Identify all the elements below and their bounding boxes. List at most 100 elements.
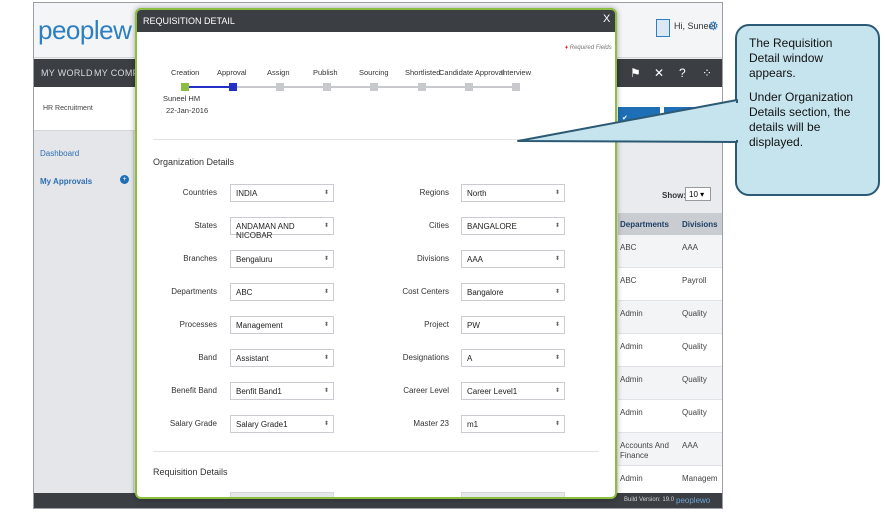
field-select[interactable]: INDIA ⬍ — [230, 184, 334, 202]
field-select[interactable]: Bengaluru ⬍ — [230, 250, 334, 268]
chevron-updown-icon: ⬍ — [554, 223, 560, 229]
step-marker[interactable] — [512, 83, 520, 91]
chevron-updown-icon: ⬍ — [323, 223, 329, 229]
field-label: Band — [198, 353, 217, 362]
step-marker[interactable] — [418, 83, 426, 91]
page-size-value: 10 — [689, 190, 698, 199]
field-label: Departments — [171, 287, 217, 296]
field-label: Designations — [402, 353, 449, 362]
field-value-box[interactable]: Full Time — [461, 492, 565, 497]
field-value: Management — [236, 321, 283, 330]
build-version: Build Version: 19.0 — [624, 497, 675, 503]
page-size-select[interactable]: 10 ▾ — [685, 187, 711, 201]
section-title-requisition: Requisition Details — [153, 467, 228, 477]
app-logo[interactable]: peoplew — [38, 15, 132, 46]
step-marker[interactable] — [465, 83, 473, 91]
field-value: AAA — [467, 255, 484, 264]
required-note-text: Required Fields — [569, 45, 612, 51]
field-value: BANGALORE — [467, 222, 517, 231]
cell-department: Admin — [620, 408, 643, 417]
field-label: Cities — [428, 221, 449, 230]
table-row[interactable]: Admin Quality — [618, 400, 722, 433]
field-select[interactable]: Career Level1 ⬍ — [461, 382, 565, 400]
gear-icon[interactable]: ⚙ — [708, 19, 719, 33]
step-label: Sourcing — [359, 68, 389, 77]
step-marker[interactable] — [229, 83, 237, 91]
field-value: Bengaluru — [236, 255, 273, 264]
field-label: Master 23 — [413, 419, 449, 428]
avatar[interactable] — [656, 19, 670, 37]
field-select[interactable]: Salary Grade1 ⬍ — [230, 415, 334, 433]
help-icon[interactable]: ? — [679, 66, 686, 80]
field-value: INDIA — [236, 189, 258, 198]
grid-icon[interactable]: ⁘ — [702, 66, 712, 80]
reject-label: REJECT — [675, 115, 704, 122]
callout-text-2: Under Organization Details section, the … — [749, 90, 854, 149]
field-select[interactable]: Bangalore ⬍ — [461, 283, 565, 301]
field-value: Assistant — [236, 354, 269, 363]
breadcrumb[interactable]: HR Recruitment — [43, 105, 93, 112]
grid-body: ABC AAA ABC Payroll Admin Quality Admin Quality… — [618, 235, 722, 499]
expand-icon[interactable]: + — [120, 175, 129, 184]
chevron-updown-icon: ⬍ — [323, 355, 329, 361]
table-row[interactable]: Admin Quality — [618, 334, 722, 367]
cell-division: AAA — [682, 441, 699, 450]
step-label: Shortlisted — [405, 68, 441, 77]
cell-division: Quality — [682, 408, 707, 417]
column-header-departments[interactable]: Departments — [620, 220, 669, 229]
table-row[interactable]: ABC AAA — [618, 235, 722, 268]
cell-department: ABC — [620, 276, 637, 285]
step-marker[interactable] — [323, 83, 331, 91]
approve-button[interactable]: ✔ APPROVE — [618, 107, 660, 129]
grid-header: Departments Divisions — [618, 213, 722, 235]
modal-header: REQUISITION DETAIL X — [137, 10, 615, 32]
step-marker[interactable] — [276, 83, 284, 91]
sidebar-item-dashboard[interactable]: Dashboard — [40, 149, 79, 158]
chevron-updown-icon: ⬍ — [323, 190, 329, 196]
modal-title: REQUISITION DETAIL — [143, 16, 235, 26]
field-select[interactable]: ANDAMAN AND NICOBAR ⬍ — [230, 217, 334, 240]
step-label: Creation — [171, 68, 200, 77]
field-select[interactable]: Benfit Band1 ⬍ — [230, 382, 334, 400]
close-icon[interactable]: X — [603, 13, 610, 25]
step-label: Approval — [217, 68, 247, 77]
table-row[interactable]: Admin Quality — [618, 367, 722, 400]
tools-icon[interactable]: ✕ — [654, 66, 664, 80]
footer-logo: peoplewo — [676, 496, 711, 505]
field-label: Regions — [419, 188, 449, 197]
field-value: Bangalore — [467, 288, 504, 297]
table-row[interactable]: Admin Quality — [618, 301, 722, 334]
field-label: Benefit Band — [171, 386, 217, 395]
step-marker[interactable] — [370, 83, 378, 91]
field-select[interactable]: A ⬍ — [461, 349, 565, 367]
chevron-updown-icon: ⬍ — [323, 322, 329, 328]
nav-my-world[interactable]: MY WORLD — [41, 68, 93, 78]
field-select[interactable]: m1 ⬍ — [461, 415, 565, 433]
field-value: North — [467, 189, 487, 198]
field-select[interactable]: BANGALORE ⬍ — [461, 217, 565, 235]
field-select[interactable]: ABC ⬍ — [230, 283, 334, 301]
step-label: Candidate Approval — [439, 68, 505, 77]
field-value: ANDAMAN AND NICOBAR — [236, 222, 295, 240]
cell-division: Quality — [682, 342, 707, 351]
flag-icon[interactable]: ⚑ — [630, 66, 641, 80]
table-row[interactable]: ABC Payroll — [618, 268, 722, 301]
required-fields-note: ♦ Required Fields — [565, 45, 612, 51]
chevron-updown-icon: ⬍ — [554, 289, 560, 295]
field-value-box[interactable]: Back Fill — [230, 492, 334, 497]
cell-division: Managem — [682, 474, 718, 483]
field-select[interactable]: Assistant ⬍ — [230, 349, 334, 367]
field-select[interactable]: PW ⬍ — [461, 316, 565, 334]
reject-button[interactable]: ⊘ REJECT — [664, 107, 708, 129]
step-marker[interactable] — [181, 83, 189, 91]
table-row[interactable]: Accounts And Finance AAA — [618, 433, 722, 466]
field-select[interactable]: Management ⬍ — [230, 316, 334, 334]
approvals-grid: Departments Divisions ABC AAA ABC Payroll Ad… — [618, 213, 722, 499]
sidebar-item-my-approvals[interactable]: My Approvals — [40, 177, 92, 186]
check-icon: ✔ — [622, 115, 628, 122]
field-select[interactable]: AAA ⬍ — [461, 250, 565, 268]
column-header-divisions[interactable]: Divisions — [682, 220, 718, 229]
field-select[interactable]: North ⬍ — [461, 184, 565, 202]
cell-division: Payroll — [682, 276, 707, 285]
divider — [153, 451, 599, 452]
